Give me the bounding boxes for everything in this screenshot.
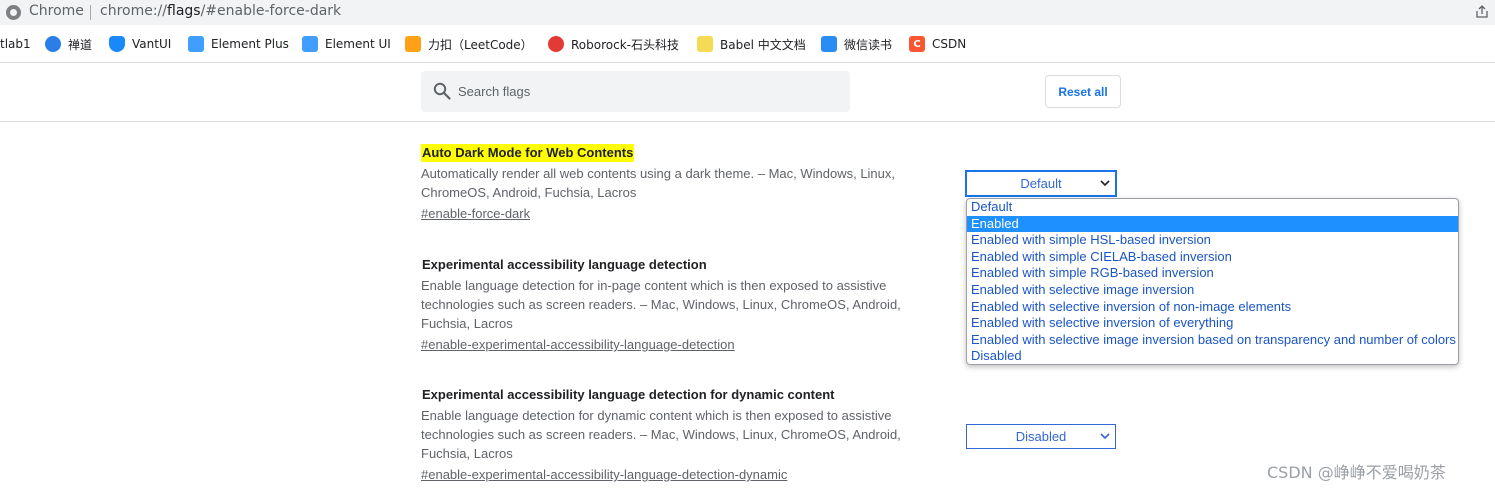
url-prefix: chrome:// bbox=[100, 3, 167, 19]
experiment-description: Enable language detection for dynamic co… bbox=[421, 408, 901, 461]
experiment-title: Auto Dark Mode for Web Contents bbox=[421, 144, 635, 162]
bookmark-label: tlab1 bbox=[0, 37, 31, 51]
search-input[interactable] bbox=[458, 71, 838, 112]
vant-icon bbox=[109, 36, 125, 52]
element-ui-icon bbox=[302, 36, 318, 52]
language-detection-dynamic-select[interactable]: Disabled bbox=[966, 424, 1116, 449]
search-icon bbox=[433, 82, 451, 100]
roborock-icon bbox=[548, 36, 564, 52]
zentao-icon bbox=[45, 36, 61, 52]
experiment-title: Experimental accessibility language dete… bbox=[422, 257, 707, 272]
select-option[interactable]: Enabled with simple HSL-based inversion bbox=[967, 232, 1458, 249]
bookmark-item[interactable]: 微信读书 bbox=[821, 36, 892, 52]
select-option[interactable]: Enabled with selective image inversion b… bbox=[967, 332, 1458, 349]
address-bar[interactable]: Chrome chrome://flags/#enable-force-dark bbox=[0, 0, 1495, 25]
element-plus-icon bbox=[188, 36, 204, 52]
bookmark-label: VantUI bbox=[132, 37, 172, 51]
select-option[interactable]: Default bbox=[967, 199, 1458, 216]
bookmark-item[interactable]: Roborock-石头科技 bbox=[548, 36, 679, 52]
babel-icon bbox=[697, 36, 713, 52]
browser-window: Chrome chrome://flags/#enable-force-dark… bbox=[0, 0, 1495, 489]
bookmark-label: Element UI bbox=[325, 37, 391, 51]
experiment-description: Enable language detection for in-page co… bbox=[421, 278, 901, 331]
select-option[interactable]: Enabled with simple RGB-based inversion bbox=[967, 265, 1458, 282]
bookmark-label: 禅道 bbox=[68, 37, 93, 52]
experiment-description: Automatically render all web contents us… bbox=[421, 166, 896, 200]
bookmark-item[interactable]: tlab1 bbox=[0, 36, 31, 52]
auto-dark-mode-select[interactable]: Default bbox=[965, 170, 1117, 197]
select-option[interactable]: Enabled with selective image inversion bbox=[967, 282, 1458, 299]
bookmark-item[interactable]: 禅道 bbox=[45, 36, 92, 52]
chrome-icon bbox=[6, 5, 21, 20]
select-option[interactable]: Enabled with selective inversion of ever… bbox=[967, 315, 1458, 332]
watermark: CSDN @峥峥不爱喝奶茶 bbox=[1267, 463, 1446, 482]
search-box bbox=[421, 71, 850, 112]
select-value: Default bbox=[1020, 176, 1062, 191]
experiment-language-detection: Experimental accessibility language dete… bbox=[421, 256, 951, 354]
experiment-auto-dark-mode: Auto Dark Mode for Web Contents Automati… bbox=[421, 144, 951, 223]
bookmark-label: 微信读书 bbox=[844, 37, 893, 52]
bookmark-label: CSDN bbox=[932, 37, 967, 51]
chevron-down-icon bbox=[1100, 180, 1110, 187]
select-value: Disabled bbox=[1015, 429, 1067, 444]
bookmark-item[interactable]: Element UI bbox=[302, 36, 391, 52]
select-option[interactable]: Enabled with selective inversion of non-… bbox=[967, 299, 1458, 316]
experiment-title: Experimental accessibility language dete… bbox=[422, 387, 835, 402]
reset-all-button[interactable]: Reset all bbox=[1045, 75, 1121, 108]
leetcode-icon bbox=[405, 36, 421, 52]
bookmark-label: Roborock-石头科技 bbox=[571, 37, 679, 52]
bookmark-item[interactable]: Element Plus bbox=[188, 36, 289, 52]
url-text[interactable]: chrome://flags/#enable-force-dark bbox=[100, 3, 341, 19]
experiment-language-detection-dynamic: Experimental accessibility language dete… bbox=[421, 386, 951, 484]
bookmark-label: Element Plus bbox=[211, 37, 289, 51]
browser-label: Chrome bbox=[29, 3, 84, 19]
bookmark-item[interactable]: Babel 中文文档 bbox=[697, 36, 806, 52]
header-divider bbox=[0, 121, 1495, 122]
experiment-link[interactable]: #enable-experimental-accessibility-langu… bbox=[421, 335, 735, 354]
share-icon[interactable] bbox=[1475, 5, 1489, 19]
url-host: flags bbox=[167, 3, 201, 19]
chevron-down-icon bbox=[1100, 433, 1110, 440]
bookmark-label: Babel 中文文档 bbox=[720, 37, 806, 52]
bookmark-label: 力扣（LeetCode） bbox=[428, 37, 533, 52]
url-suffix: /#enable-force-dark bbox=[200, 3, 342, 19]
bookmark-item[interactable]: C CSDN bbox=[909, 36, 966, 52]
bookmarks-bar: tlab1 禅道 VantUI Element Plus Element UI … bbox=[0, 25, 1495, 63]
select-option-highlighted[interactable]: Enabled bbox=[967, 215, 1458, 233]
bookmark-item[interactable]: VantUI bbox=[109, 36, 171, 52]
auto-dark-mode-options: Default Enabled Enabled with simple HSL-… bbox=[966, 198, 1459, 365]
experiment-link[interactable]: #enable-force-dark bbox=[421, 204, 530, 223]
bookmark-item[interactable]: 力扣（LeetCode） bbox=[405, 36, 533, 52]
experiment-link[interactable]: #enable-experimental-accessibility-langu… bbox=[421, 465, 787, 484]
select-option[interactable]: Enabled with simple CIELAB-based inversi… bbox=[967, 249, 1458, 266]
address-separator bbox=[90, 5, 91, 20]
weread-icon bbox=[821, 36, 837, 52]
select-option[interactable]: Disabled bbox=[967, 348, 1458, 364]
csdn-icon: C bbox=[909, 36, 925, 52]
